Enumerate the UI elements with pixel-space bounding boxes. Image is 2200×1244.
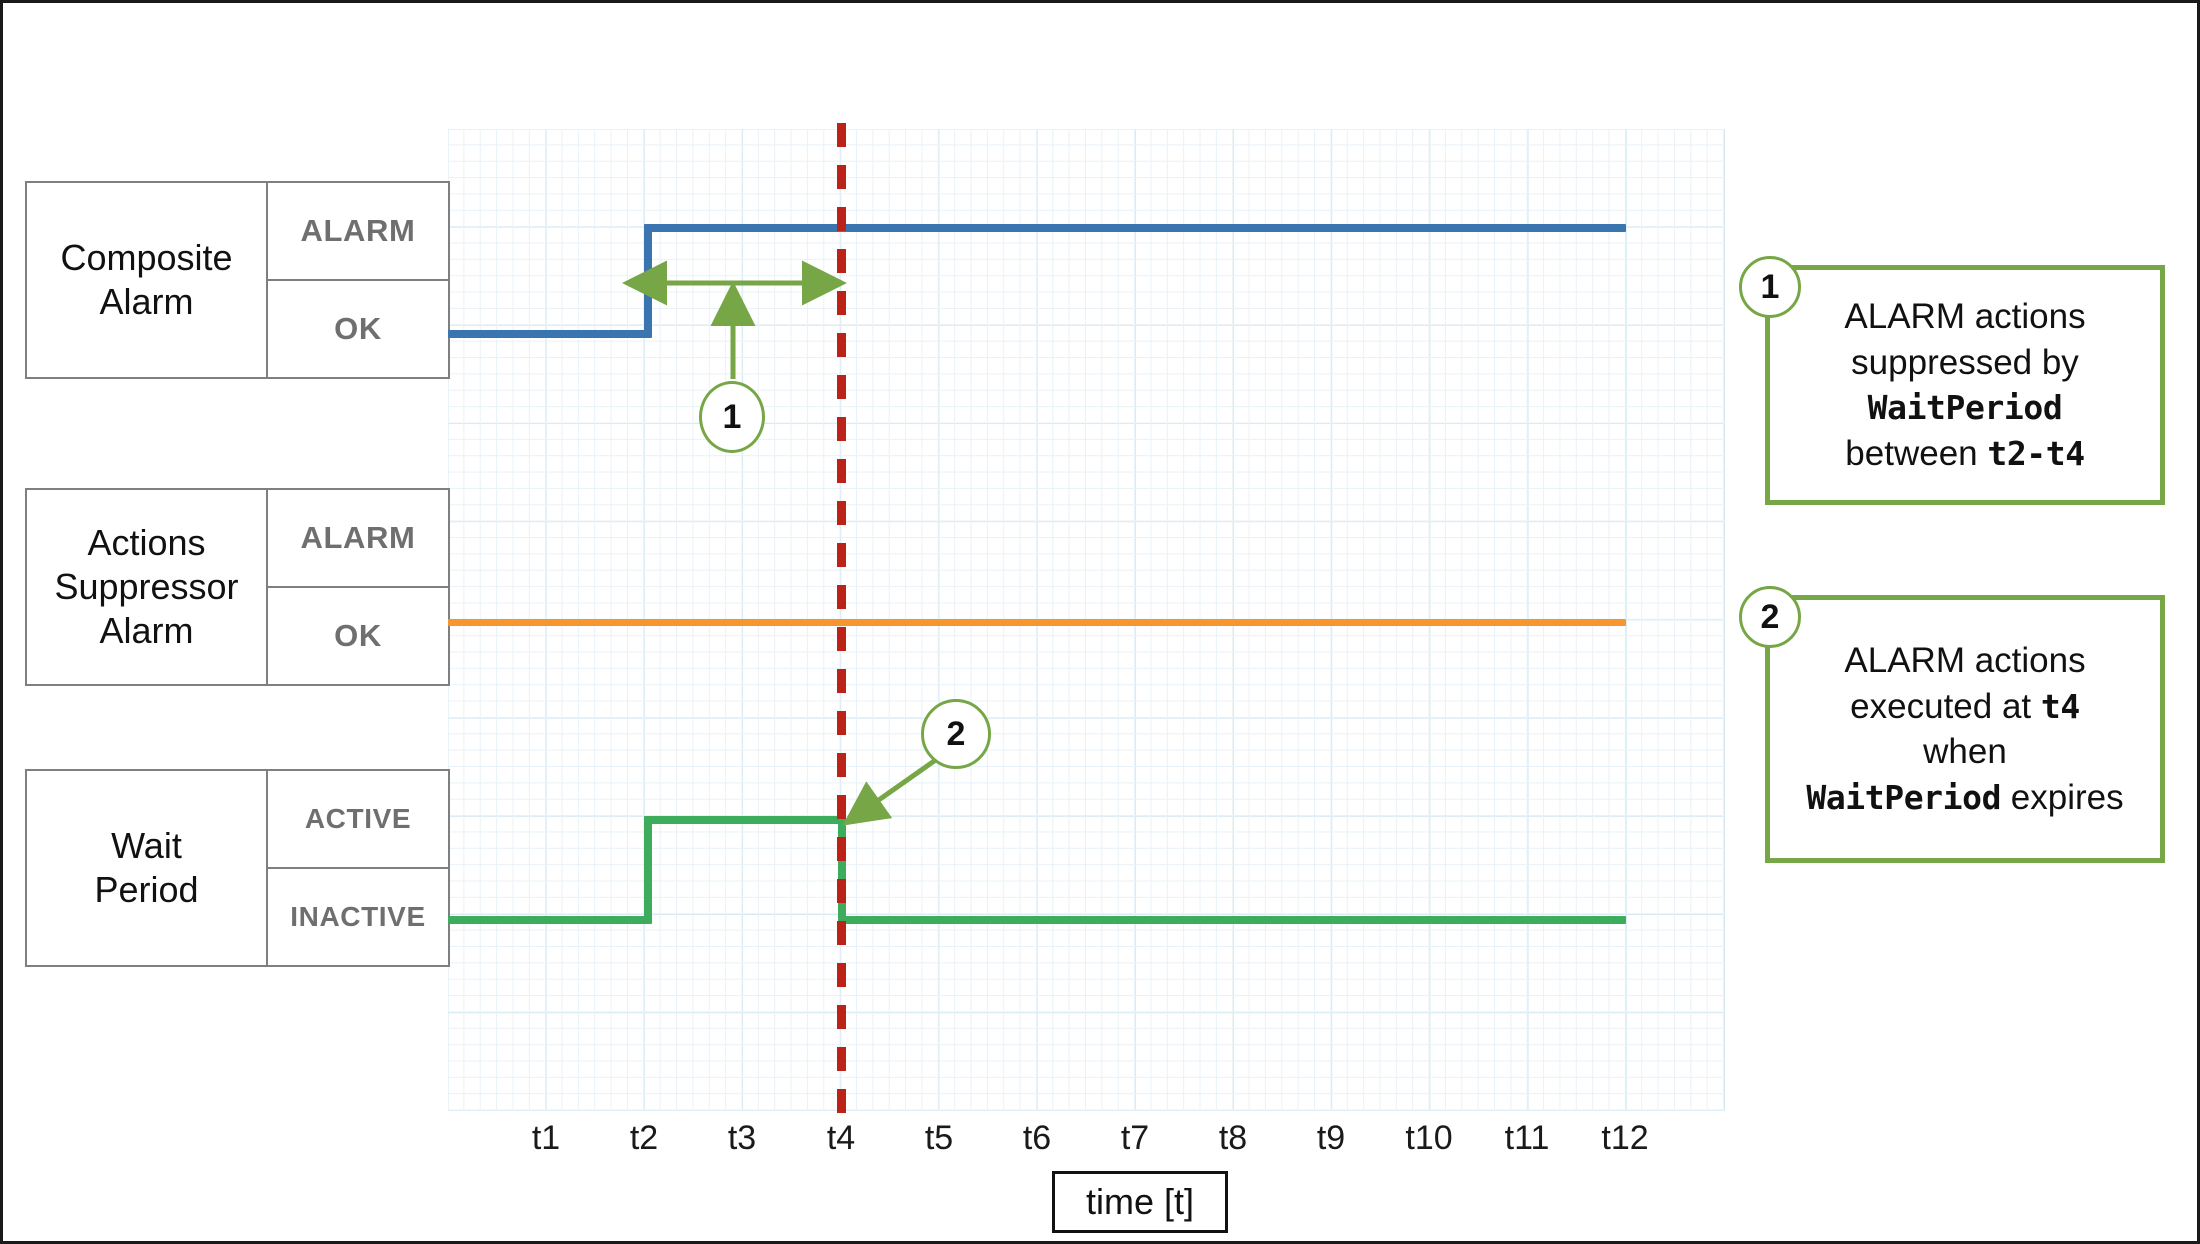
callout-1-text: ALARM actions suppressed by WaitPeriod b… [1828, 288, 2101, 482]
state-cell-alarm: ALARM [266, 181, 450, 281]
row-name-actions-suppressor-alarm: Actions Suppressor Alarm [25, 488, 268, 686]
row-name-wait-period: Wait Period [25, 769, 268, 967]
diagram-canvas: Composite Alarm ALARM OK Actions Suppres… [0, 0, 2200, 1244]
state-cell-alarm: ALARM [266, 488, 450, 588]
callout-box-2: ALARM actions executed at t4 when WaitPe… [1765, 595, 2165, 863]
x-tick-t11: t11 [1504, 1119, 1550, 1157]
wait-period-line-inactive-1 [448, 916, 651, 924]
row-states-composite-alarm: ALARM OK [266, 181, 450, 379]
x-axis-label: time [t] [1052, 1171, 1228, 1233]
x-tick-t8: t8 [1218, 1119, 1248, 1157]
composite-alarm-line-ok [448, 330, 651, 338]
row-name-line-1: Wait [111, 825, 182, 867]
state-cell-inactive: INACTIVE [266, 867, 450, 967]
row-states-wait-period: ACTIVE INACTIVE [266, 769, 450, 967]
callout-box-1: ALARM actions suppressed by WaitPeriod b… [1765, 265, 2165, 505]
state-cell-active: ACTIVE [266, 769, 450, 869]
callout-1-line-2: suppressed by [1851, 342, 2079, 382]
callout-2-line-4-mono: WaitPeriod [1806, 777, 2002, 817]
callout-2-line-1: ALARM actions [1844, 641, 2086, 680]
row-name-line-1: Composite [60, 237, 233, 279]
callout-1-line-4-mono: t2-t4 [1987, 433, 2085, 473]
actions-suppressor-line-ok [448, 619, 1626, 626]
row-label-actions-suppressor-alarm: Actions Suppressor Alarm ALARM OK [25, 488, 450, 686]
x-tick-t12: t12 [1601, 1119, 1649, 1157]
annotation-badge-2: 2 [921, 699, 991, 769]
row-name-line-3: Alarm [99, 609, 194, 651]
x-tick-t2: t2 [629, 1119, 659, 1157]
x-tick-t1: t1 [531, 1119, 561, 1157]
row-name-line-1: Actions [87, 522, 206, 564]
composite-alarm-line-alarm [644, 224, 1626, 232]
x-tick-t3: t3 [727, 1119, 757, 1157]
callout-2-line-3: when [1923, 732, 2007, 771]
callout-2-line-2-pre: executed at [1850, 686, 2041, 726]
x-tick-t9: t9 [1316, 1119, 1346, 1157]
x-tick-t10: t10 [1405, 1119, 1453, 1157]
row-label-composite-alarm: Composite Alarm ALARM OK [25, 181, 450, 379]
callout-badge-1: 1 [1739, 256, 1801, 318]
annotation-1-stem-arrow [710, 281, 756, 379]
row-name-composite-alarm: Composite Alarm [25, 181, 268, 379]
x-tick-t6: t6 [1022, 1119, 1052, 1157]
row-name-line-2: Suppressor [54, 566, 239, 608]
state-cell-ok: OK [266, 279, 450, 379]
x-tick-t7: t7 [1120, 1119, 1150, 1157]
wait-period-line-active [644, 816, 846, 824]
wait-period-line-inactive-2 [838, 916, 1626, 924]
row-name-line-2: Period [94, 869, 199, 910]
annotation-badge-1: 1 [699, 381, 765, 453]
row-label-wait-period: Wait Period ACTIVE INACTIVE [25, 769, 450, 967]
wait-period-line-rise [644, 816, 652, 924]
x-tick-t5: t5 [924, 1119, 954, 1157]
callout-badge-2: 2 [1739, 586, 1801, 648]
callout-2-line-4-post: expires [2001, 777, 2124, 817]
callout-2-line-2-mono: t4 [2040, 686, 2080, 726]
callout-1-line-1: ALARM actions [1844, 297, 2086, 336]
state-cell-ok: OK [266, 586, 450, 686]
callout-1-line-4-pre: between [1845, 433, 1988, 473]
row-name-line-2: Alarm [99, 281, 194, 322]
x-tick-t4: t4 [826, 1119, 856, 1157]
callout-2-text: ALARM actions executed at t4 when WaitPe… [1790, 632, 2139, 826]
callout-1-line-3: WaitPeriod [1867, 388, 2063, 427]
row-states-actions-suppressor-alarm: ALARM OK [266, 488, 450, 686]
